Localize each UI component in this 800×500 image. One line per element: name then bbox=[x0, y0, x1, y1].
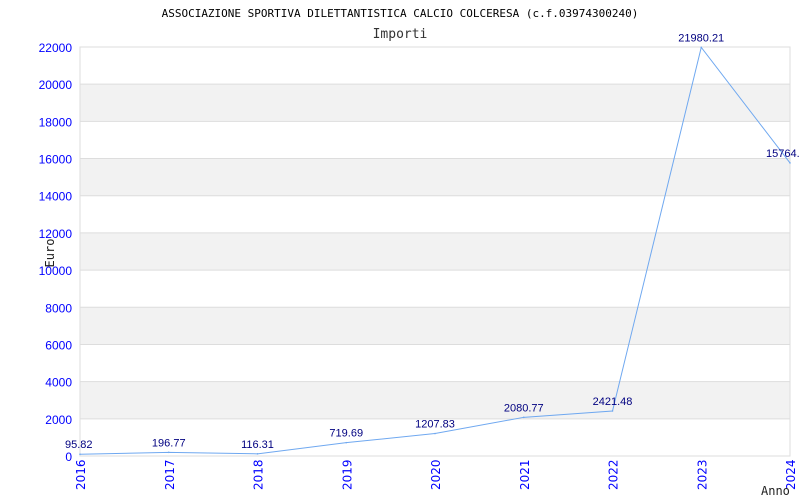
chart-subtitle: Importi bbox=[373, 27, 428, 42]
data-point bbox=[611, 410, 614, 412]
data-point bbox=[522, 416, 525, 419]
grid-band bbox=[80, 84, 790, 122]
grid-band bbox=[80, 307, 790, 345]
data-point bbox=[434, 432, 436, 435]
line-chart: ASSOCIAZIONE SPORTIVA DILETTANTISTICA CA… bbox=[39, 7, 800, 498]
data-point bbox=[345, 441, 348, 444]
x-axis-label: Anno bbox=[761, 484, 790, 498]
x-tick-label: 2016 bbox=[74, 459, 88, 490]
x-tick-label: 2017 bbox=[163, 459, 177, 490]
data-point bbox=[700, 46, 703, 49]
x-tick-label: 2018 bbox=[252, 459, 266, 490]
y-tick-label: 22000 bbox=[39, 41, 73, 55]
data-label: 1207.83 bbox=[415, 419, 455, 431]
data-label: 15764. bbox=[766, 148, 800, 160]
data-label: 719.69 bbox=[329, 428, 363, 440]
data-label: 116.31 bbox=[241, 439, 274, 451]
data-point bbox=[789, 162, 791, 164]
y-tick-label: 0 bbox=[65, 450, 72, 464]
y-tick-label: 16000 bbox=[39, 153, 73, 167]
y-tick-label: 4000 bbox=[45, 376, 72, 390]
data-point bbox=[256, 453, 259, 455]
data-point bbox=[79, 453, 81, 456]
data-label: 2421.48 bbox=[593, 396, 633, 408]
grid-band bbox=[80, 232, 790, 271]
grid-band bbox=[80, 158, 790, 196]
y-tick-label: 18000 bbox=[39, 115, 73, 129]
y-tick-label: 14000 bbox=[39, 190, 73, 204]
chart-title: ASSOCIAZIONE SPORTIVA DILETTANTISTICA CA… bbox=[162, 7, 639, 20]
y-tick-label: 2000 bbox=[45, 413, 72, 427]
x-tick-label: 2021 bbox=[518, 459, 532, 490]
y-tick-label: 8000 bbox=[45, 301, 72, 315]
x-tick-label: 2023 bbox=[695, 459, 709, 490]
data-label: 95.82 bbox=[65, 439, 93, 451]
y-axis-label: Euro bbox=[43, 239, 57, 268]
x-tick-label: 2020 bbox=[429, 459, 443, 490]
x-tick-label: 2022 bbox=[607, 459, 621, 490]
grid-band bbox=[80, 381, 790, 419]
x-tick-label: 2019 bbox=[340, 459, 354, 490]
y-tick-label: 20000 bbox=[39, 78, 73, 92]
data-label: 2080.77 bbox=[504, 402, 544, 414]
data-point bbox=[167, 451, 170, 454]
y-tick-label: 6000 bbox=[45, 338, 72, 352]
data-label: 21980.21 bbox=[678, 32, 724, 44]
data-label: 196.77 bbox=[152, 437, 186, 449]
